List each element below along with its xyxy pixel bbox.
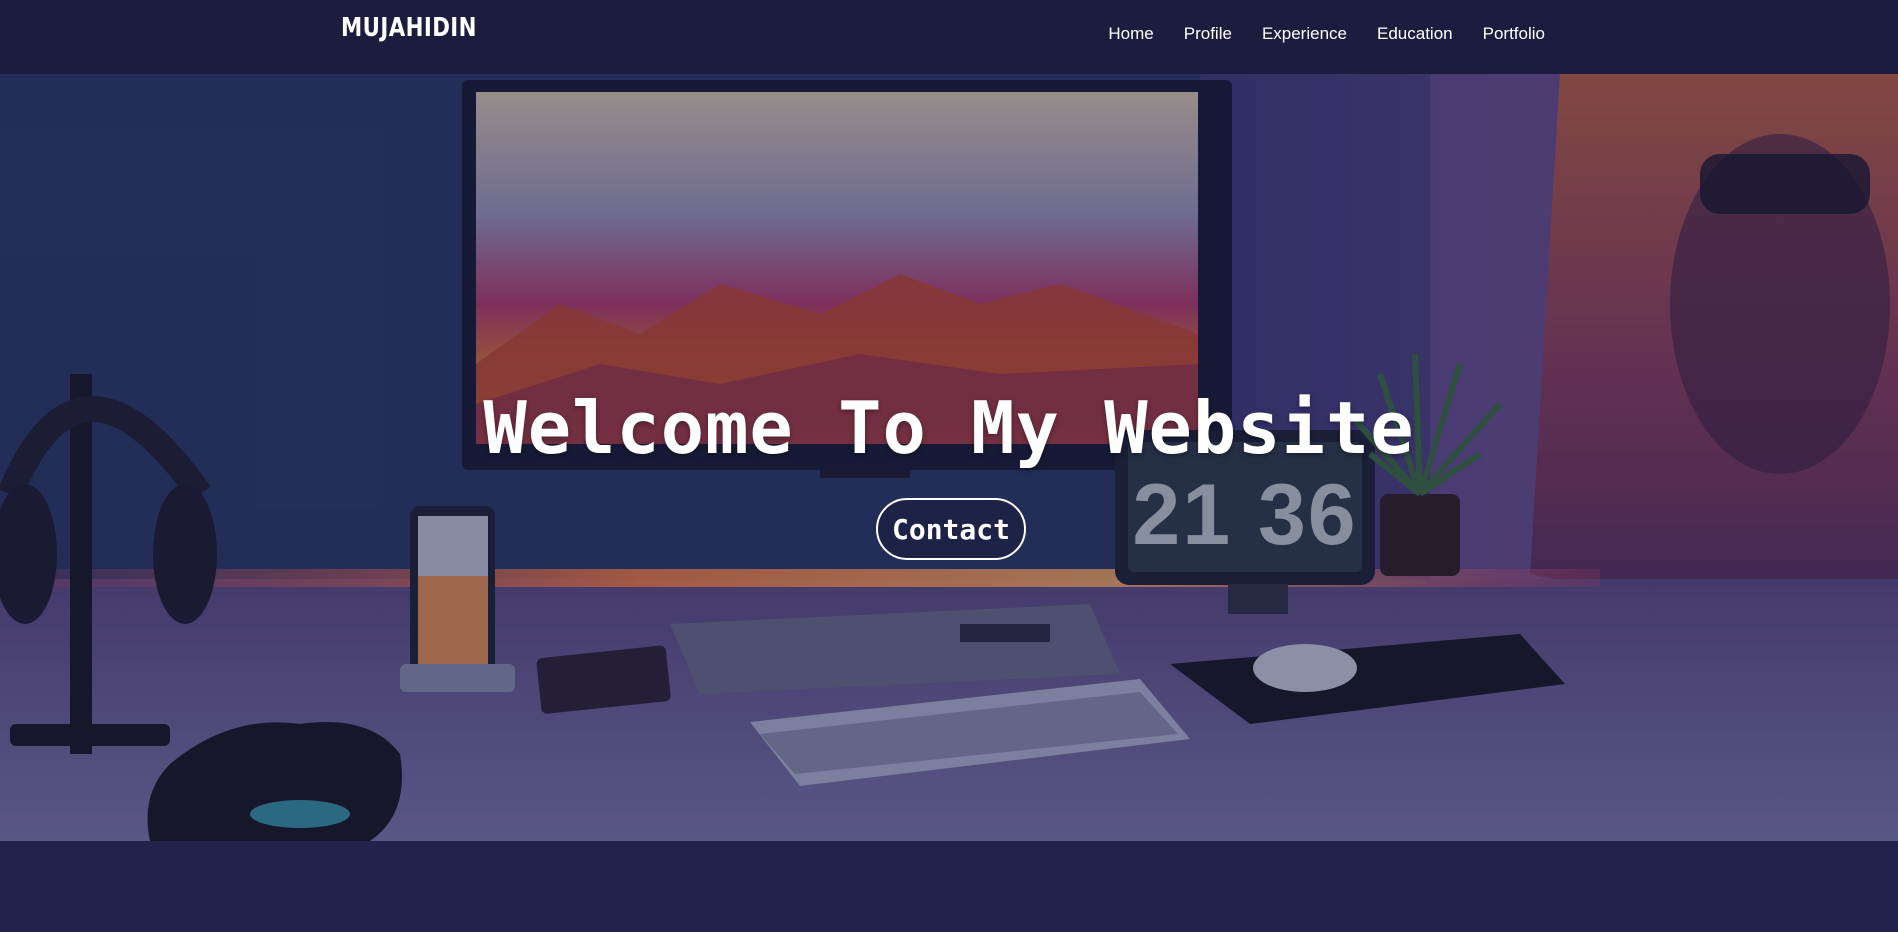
hero-title: Welcome To My Website <box>483 386 1415 470</box>
nav-links: Home Profile Experience Education Portfo… <box>1078 24 1545 44</box>
navbar: MUJAHIDIN Home Profile Experience Educat… <box>0 0 1898 74</box>
contact-button[interactable]: Contact <box>876 498 1026 560</box>
brand-logo[interactable]: MUJAHIDIN <box>341 13 477 43</box>
next-section <box>0 841 1898 932</box>
nav-link-home[interactable]: Home <box>1108 24 1153 44</box>
nav-link-profile[interactable]: Profile <box>1184 24 1232 44</box>
nav-link-portfolio[interactable]: Portfolio <box>1483 24 1545 44</box>
nav-link-education[interactable]: Education <box>1377 24 1453 44</box>
nav-link-experience[interactable]: Experience <box>1262 24 1347 44</box>
hero-section: 21 36 Welcome To My Website Contact <box>0 74 1898 841</box>
